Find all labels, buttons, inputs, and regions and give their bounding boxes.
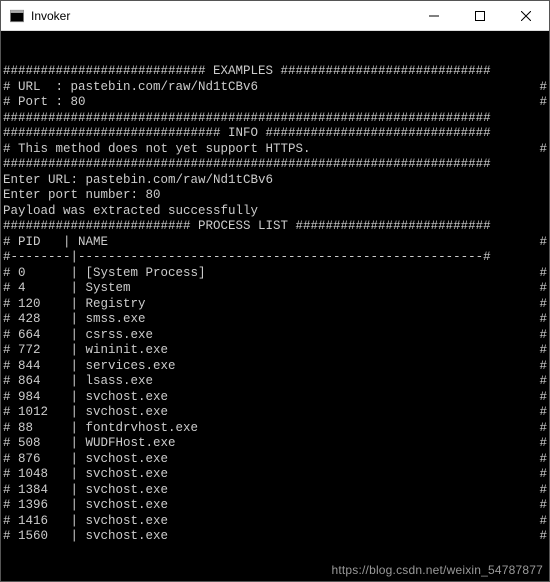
process-row: # 844 | services.exe# [3, 359, 547, 375]
process-row: # 1012 | svchost.exe# [3, 405, 547, 421]
status-line: Payload was extracted successfully [3, 204, 547, 220]
process-row: # 1416 | svchost.exe# [3, 514, 547, 530]
process-row: # 0 | [System Process]# [3, 266, 547, 282]
process-row: # 1560 | svchost.exe# [3, 529, 547, 545]
process-row: # 772 | wininit.exe# [3, 343, 547, 359]
process-row: # 864 | lsass.exe# [3, 374, 547, 390]
prompt-port: Enter port number: 80 [3, 188, 547, 204]
process-row: # 984 | svchost.exe# [3, 390, 547, 406]
process-row: # 428 | smss.exe# [3, 312, 547, 328]
watermark-text: https://blog.csdn.net/weixin_54787877 [331, 563, 543, 579]
process-row: # 1048 | svchost.exe# [3, 467, 547, 483]
banner-process-list: ######################### PROCESS LIST #… [3, 219, 547, 235]
process-row: # 1384 | svchost.exe# [3, 483, 547, 499]
process-row: # 1396 | svchost.exe# [3, 498, 547, 514]
rule-dashed: #--------|------------------------------… [3, 250, 547, 266]
process-row: # 664 | csrss.exe# [3, 328, 547, 344]
maximize-button[interactable] [457, 1, 503, 30]
example-port: # Port : 80# [3, 95, 547, 111]
banner-examples: ########################### EXAMPLES ###… [3, 64, 547, 80]
process-row: # 876 | svchost.exe# [3, 452, 547, 468]
terminal-icon [9, 8, 25, 24]
console-output[interactable]: ########################### EXAMPLES ###… [1, 31, 549, 581]
example-url: # URL : pastebin.com/raw/Nd1tCBv6# [3, 80, 547, 96]
rule: ########################################… [3, 157, 547, 173]
info-line: # This method does not yet support HTTPS… [3, 142, 547, 158]
process-row: # 120 | Registry# [3, 297, 547, 313]
titlebar[interactable]: Invoker [1, 1, 549, 31]
prompt-url: Enter URL: pastebin.com/raw/Nd1tCBv6 [3, 173, 547, 189]
table-header: # PID | NAME# [3, 235, 547, 251]
process-row: # 4 | System# [3, 281, 547, 297]
banner-info: ############################# INFO #####… [3, 126, 547, 142]
app-window: Invoker ########################### EXAM… [0, 0, 550, 582]
process-row: # 88 | fontdrvhost.exe# [3, 421, 547, 437]
window-title: Invoker [31, 9, 411, 23]
window-controls [411, 1, 549, 30]
close-button[interactable] [503, 1, 549, 30]
rule: ########################################… [3, 111, 547, 127]
minimize-button[interactable] [411, 1, 457, 30]
process-row: # 508 | WUDFHost.exe# [3, 436, 547, 452]
